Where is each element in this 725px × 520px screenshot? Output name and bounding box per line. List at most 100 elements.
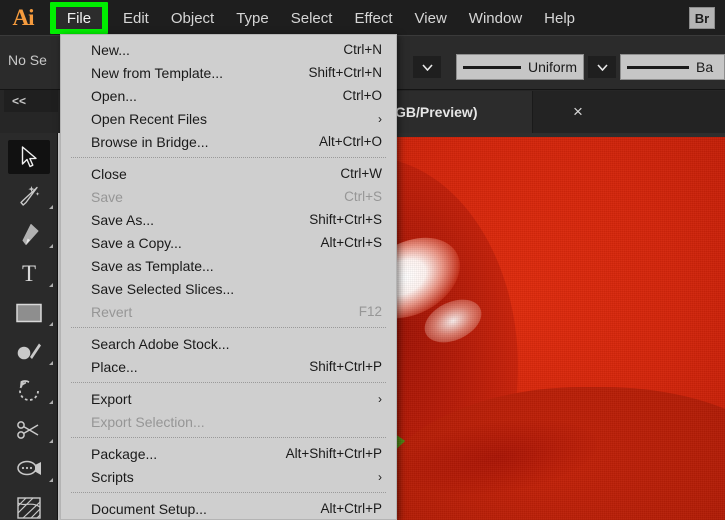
menu-item-window[interactable]: Window (458, 0, 533, 36)
file-menu-item-shortcut: Shift+Ctrl+S (309, 212, 382, 227)
menu-separator (71, 157, 386, 158)
file-menu-item[interactable]: Package... Alt+Shift+Ctrl+P (61, 442, 396, 465)
file-menu-item[interactable]: New... Ctrl+N (61, 38, 396, 61)
illustrator-window: Ai File Edit Object Type Select Effect V… (0, 0, 725, 520)
file-menu-item-shortcut: Ctrl+N (343, 42, 382, 57)
menu-item-help[interactable]: Help (533, 0, 586, 36)
file-menu-item-shortcut: Alt+Ctrl+S (320, 235, 382, 250)
file-menu-item[interactable]: Save as Template... (61, 254, 396, 277)
close-icon[interactable]: × (573, 102, 583, 122)
brush-definition-value: Ba (696, 59, 714, 75)
file-menu-item-label: Document Setup... (91, 500, 207, 517)
ai-logo-icon: Ai (12, 5, 35, 30)
tool-group-corner-icon (49, 205, 53, 209)
tool-paintbrush[interactable] (0, 332, 58, 371)
file-dropdown-menu[interactable]: New... Ctrl+N New from Template... Shift+Ct… (60, 34, 397, 520)
file-menu-item-label: Place... (91, 358, 138, 375)
tool-shape-builder[interactable] (0, 488, 58, 520)
bridge-button[interactable]: Br (689, 7, 715, 29)
file-menu-item-label: Save a Copy... (91, 234, 182, 251)
file-menu-item[interactable]: Place... Shift+Ctrl+P (61, 355, 396, 378)
scale-shear-icon (8, 413, 50, 447)
file-menu-item-shortcut: Alt+Ctrl+P (320, 501, 382, 516)
selection-status-label: No Se (8, 52, 47, 68)
selection-arrow-icon (8, 139, 50, 174)
menu-item-type[interactable]: Type (225, 0, 280, 36)
shape-builder-icon (8, 491, 50, 520)
brush-preview-line-icon (627, 65, 689, 69)
pen-icon (8, 218, 50, 252)
chevron-right-icon: › (378, 111, 382, 126)
file-menu-item[interactable]: Open Recent Files › (61, 107, 396, 130)
menu-item-object[interactable]: Object (160, 0, 225, 36)
stroke-profile-chevron-down-icon[interactable] (413, 56, 441, 78)
file-menu-item-label: New from Template... (91, 64, 224, 81)
file-menu-item[interactable]: Save Selected Slices... (61, 277, 396, 300)
file-menu-item[interactable]: Save As... Shift+Ctrl+S (61, 208, 396, 231)
rotate-icon (8, 374, 50, 408)
magic-wand-icon (8, 179, 50, 213)
file-menu-item-shortcut: Shift+Ctrl+N (308, 65, 382, 80)
file-menu-item-label: Export Selection... (91, 413, 205, 430)
tool-magic-wand[interactable] (0, 176, 58, 215)
menu-item-edit[interactable]: Edit (112, 0, 160, 36)
file-menu-item-label: Browse in Bridge... (91, 133, 209, 150)
file-menu-item-label: Save as Template... (91, 257, 214, 274)
file-menu-item-label: Save (91, 188, 123, 205)
tool-rotate[interactable] (0, 371, 58, 410)
type-tool-letter: T (21, 261, 37, 286)
file-menu-item-shortcut: Shift+Ctrl+P (309, 359, 382, 374)
file-menu-item[interactable]: Close Ctrl+W (61, 162, 396, 185)
paintbrush-icon (8, 335, 50, 369)
menu-item-effect[interactable]: Effect (343, 0, 403, 36)
tool-selection[interactable] (0, 137, 58, 176)
tool-pen[interactable] (0, 215, 58, 254)
tool-rectangle[interactable] (0, 293, 58, 332)
tool-group-corner-icon (49, 439, 53, 443)
brush-definition-select[interactable]: Ba (620, 54, 725, 80)
file-menu-item[interactable]: New from Template... Shift+Ctrl+N (61, 61, 396, 84)
file-menu-item[interactable]: Open... Ctrl+O (61, 84, 396, 107)
menu-separator (71, 327, 386, 328)
menu-item-file-wrapper[interactable]: File (50, 0, 108, 36)
file-menu-item[interactable]: Search Adobe Stock... (61, 332, 396, 355)
tool-group-corner-icon (49, 244, 53, 248)
stroke-profile-value: Uniform (527, 59, 577, 75)
tab-strip-background (533, 91, 725, 133)
file-menu-item-label: Scripts (91, 468, 134, 485)
stroke-preview-line-icon (463, 65, 521, 69)
menu-item-select[interactable]: Select (280, 0, 344, 36)
chevron-right-icon: › (378, 469, 382, 484)
rectangle-icon (8, 296, 50, 330)
file-menu-item[interactable]: Export › (61, 387, 396, 410)
file-menu-item-label: Close (91, 165, 127, 182)
file-menu-item-label: Revert (91, 303, 133, 320)
file-menu-item-label: Package... (91, 445, 158, 462)
file-menu-item-label: Export (91, 390, 132, 407)
tool-scale-shear[interactable] (0, 410, 58, 449)
width-warp-icon (8, 452, 50, 486)
file-menu-item[interactable]: Document Setup... Alt+Ctrl+P (61, 497, 396, 520)
tool-group-corner-icon (49, 478, 53, 482)
panel-collapse-button[interactable]: << (4, 90, 58, 112)
file-menu-item-label: New... (91, 41, 130, 58)
stroke-profile-select[interactable]: Uniform (456, 54, 584, 80)
file-menu-item: Export Selection... (61, 410, 396, 433)
file-menu-item-label: Save Selected Slices... (91, 280, 235, 297)
menu-item-file[interactable]: File (56, 7, 102, 29)
menu-item-view[interactable]: View (404, 0, 458, 36)
tool-type[interactable]: T (0, 254, 58, 293)
brush-definition-chevron-down-icon[interactable] (588, 56, 616, 78)
file-menu-item[interactable]: Browse in Bridge... Alt+Ctrl+O (61, 130, 396, 153)
file-menu-item-label: Search Adobe Stock... (91, 335, 230, 352)
tool-width-warp[interactable] (0, 449, 58, 488)
chevron-right-icon: › (378, 391, 382, 406)
file-menu-item-label: Open Recent Files (91, 110, 207, 127)
file-menu-item[interactable]: Save a Copy... Alt+Ctrl+S (61, 231, 396, 254)
file-menu-item-shortcut: Ctrl+W (340, 166, 382, 181)
file-menu-item[interactable]: Scripts › (61, 465, 396, 488)
file-menu-item-shortcut: Ctrl+S (344, 189, 382, 204)
file-menu-item-shortcut: Alt+Ctrl+O (318, 134, 382, 149)
menu-separator (71, 382, 386, 383)
document-tab-title: GB/Preview) (395, 104, 478, 120)
